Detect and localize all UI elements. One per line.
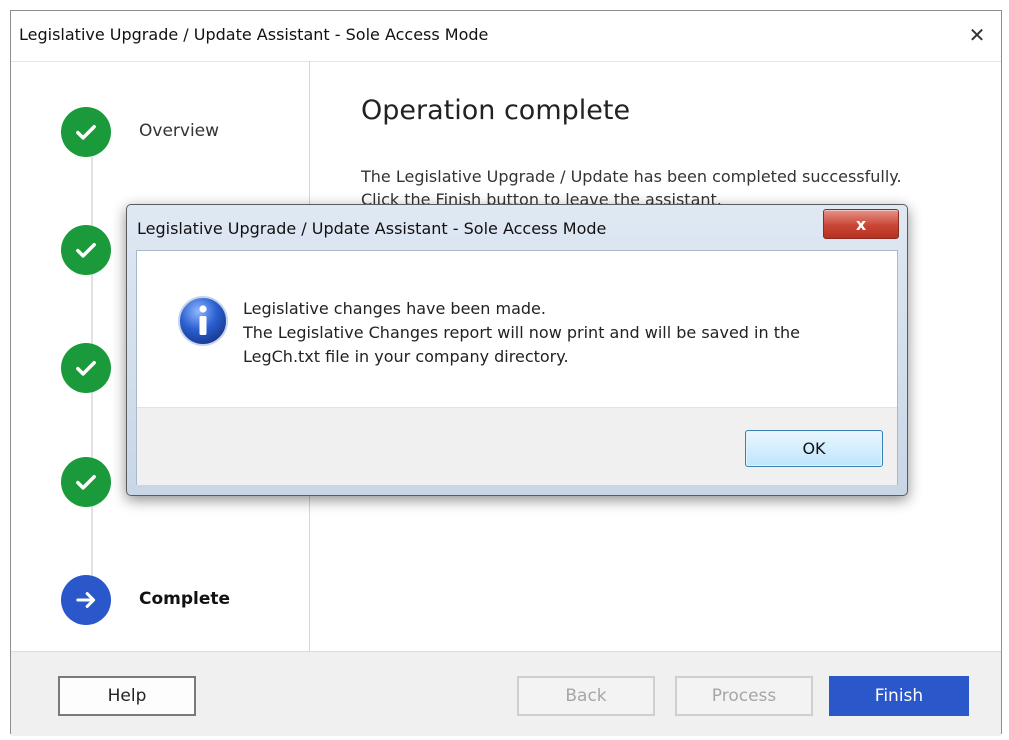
step-overview: Overview bbox=[61, 107, 301, 157]
step-complete: Complete bbox=[61, 575, 301, 625]
step-label: Overview bbox=[139, 121, 220, 141]
info-icon bbox=[177, 295, 229, 347]
process-button[interactable]: Process bbox=[675, 676, 813, 716]
completion-message-line: The Legislative Upgrade / Update has bee… bbox=[361, 167, 902, 186]
title-bar: Legislative Upgrade / Update Assistant -… bbox=[11, 11, 1001, 62]
dialog-title: Legislative Upgrade / Update Assistant -… bbox=[137, 219, 607, 238]
dialog-body: Legislative changes have been made. The … bbox=[136, 250, 898, 485]
finish-button[interactable]: Finish bbox=[829, 676, 969, 716]
help-button[interactable]: Help bbox=[58, 676, 196, 716]
page-title: Operation complete bbox=[361, 95, 631, 126]
dialog-message-line: Legislative changes have been made. bbox=[243, 299, 546, 318]
close-icon[interactable]: ✕ bbox=[963, 21, 991, 49]
arrow-right-icon bbox=[61, 575, 111, 625]
dialog-message-line: LegCh.txt file in your company directory… bbox=[243, 347, 569, 366]
check-icon bbox=[61, 107, 111, 157]
step-label: Complete bbox=[139, 589, 231, 609]
dialog-message: Legislative changes have been made. The … bbox=[243, 297, 883, 369]
check-icon bbox=[61, 343, 111, 393]
check-icon bbox=[61, 225, 111, 275]
check-icon bbox=[61, 457, 111, 507]
dialog-button-bar: OK bbox=[137, 407, 897, 485]
dialog-message-line: The Legislative Changes report will now … bbox=[243, 323, 800, 342]
window-title: Legislative Upgrade / Update Assistant -… bbox=[19, 25, 489, 44]
ok-button[interactable]: OK bbox=[745, 430, 883, 467]
back-button[interactable]: Back bbox=[517, 676, 655, 716]
footer-bar: Help Back Process Finish bbox=[11, 651, 1001, 736]
dialog-close-icon[interactable]: x bbox=[823, 209, 899, 239]
info-dialog: Legislative Upgrade / Update Assistant -… bbox=[126, 204, 908, 496]
